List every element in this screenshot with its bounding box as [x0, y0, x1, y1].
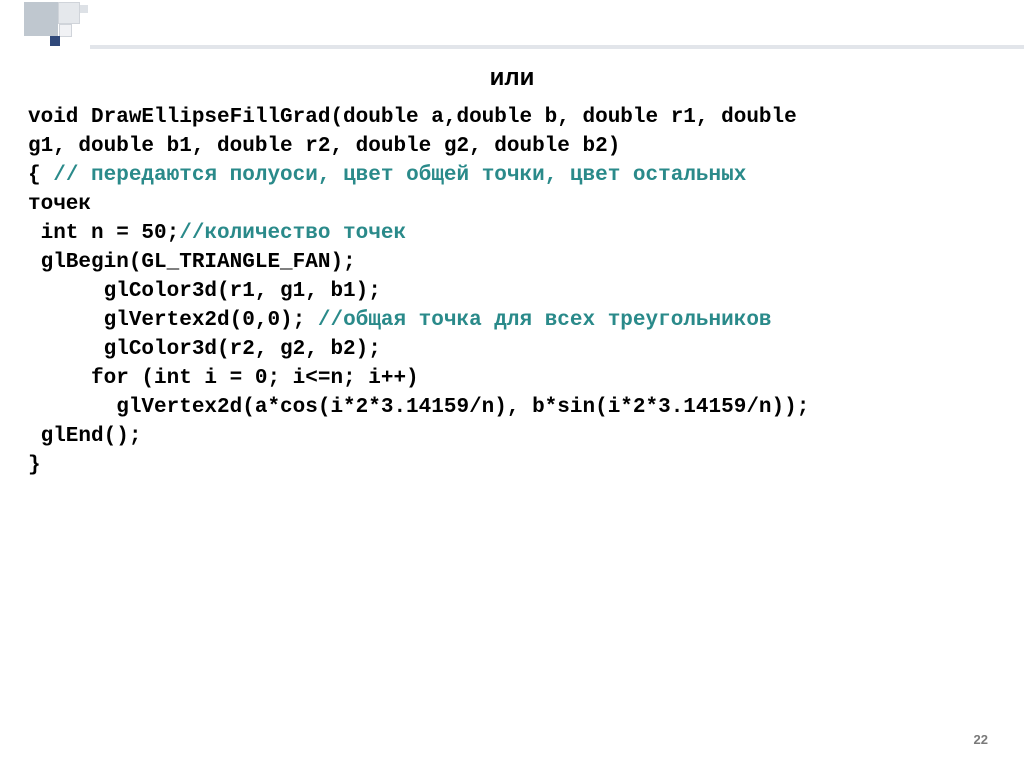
code-line: glColor3d(r2, g2, b2); — [28, 338, 381, 361]
code-line: g1, double b1, double r2, double g2, dou… — [28, 135, 620, 158]
slide: или void DrawEllipseFillGrad(double a,do… — [0, 0, 1024, 767]
code-comment: // передаются полуоси, цвет общей точки,… — [53, 164, 746, 187]
code-line: } — [28, 454, 41, 477]
decoration-square — [80, 5, 88, 13]
decoration-square — [24, 2, 58, 36]
code-line: glVertex2d(0,0); — [28, 309, 318, 332]
slide-title: или — [28, 64, 996, 92]
code-comment: //количество точек — [179, 222, 406, 245]
code-line: for (int i = 0; i<=n; i++) — [28, 367, 419, 390]
decoration-square — [59, 24, 72, 37]
decoration-square — [58, 2, 80, 24]
code-comment: //общая точка для всех треугольников — [318, 309, 772, 332]
decoration-square — [50, 36, 60, 46]
slide-decoration — [0, 0, 210, 60]
code-line: void DrawEllipseFillGrad(double a,double… — [28, 106, 797, 129]
code-line: glBegin(GL_TRIANGLE_FAN); — [28, 251, 356, 274]
code-line: glEnd(); — [28, 425, 141, 448]
code-line: { — [28, 164, 53, 187]
code-line: glVertex2d(a*cos(i*2*3.14159/n), b*sin(i… — [28, 396, 809, 419]
code-line: glColor3d(r1, g1, b1); — [28, 280, 381, 303]
decoration-divider — [90, 45, 1024, 49]
code-block: void DrawEllipseFillGrad(double a,double… — [28, 104, 996, 481]
content-area: или void DrawEllipseFillGrad(double a,do… — [28, 60, 996, 481]
code-line: точек — [28, 193, 91, 216]
page-number: 22 — [974, 732, 988, 747]
code-line: int n = 50; — [28, 222, 179, 245]
